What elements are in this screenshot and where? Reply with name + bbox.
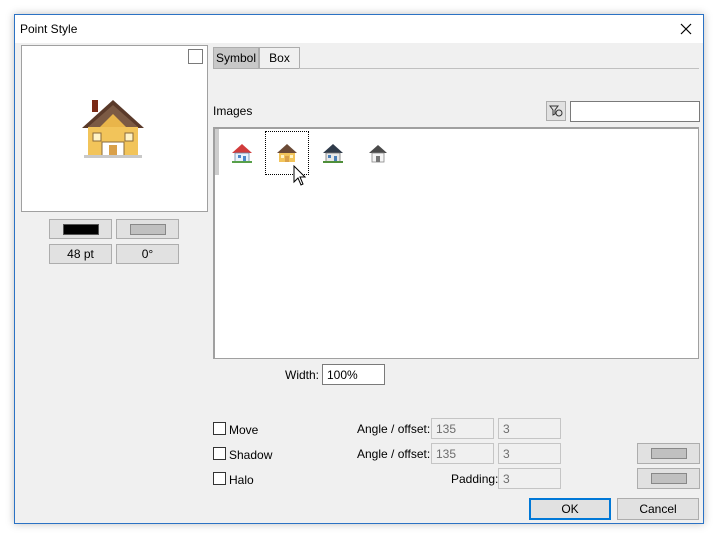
ok-button-label: OK	[561, 502, 579, 516]
mouse-cursor-icon	[293, 165, 307, 186]
halo-label: Halo	[229, 473, 254, 487]
tab-symbol[interactable]: Symbol	[213, 47, 259, 69]
symbol-preview	[21, 45, 208, 212]
size-label: 48 pt	[67, 247, 94, 261]
move-checkbox[interactable]	[213, 422, 226, 435]
halo-checkbox[interactable]	[213, 472, 226, 485]
thumbnail-house-dark[interactable]	[311, 131, 355, 175]
halo-padding-value: 3	[503, 471, 510, 486]
color1-swatch	[62, 223, 99, 235]
images-search-input[interactable]	[570, 101, 700, 122]
house-grey-icon	[369, 145, 387, 163]
width-label: Width:	[285, 368, 320, 382]
clear-filter-button[interactable]	[546, 101, 566, 121]
filter-clear-icon	[549, 105, 563, 117]
tab-box[interactable]: Box	[259, 47, 300, 69]
move-angle-input[interactable]: 135	[431, 418, 494, 439]
halo-padding-input[interactable]: 3	[498, 468, 561, 489]
thumbnail-house-grey[interactable]	[356, 131, 400, 175]
thumbnail-house-red[interactable]	[220, 131, 264, 175]
shadow-color-swatch	[650, 448, 687, 459]
shadow-label: Shadow	[229, 448, 273, 462]
move-angle-offset-label: Angle / offset:	[357, 422, 431, 436]
shadow-offset-value: 3	[503, 446, 510, 461]
tab-divider	[299, 68, 699, 69]
angle-label: 0°	[141, 247, 154, 261]
house-yellow-icon	[277, 144, 297, 162]
shadow-angle-offset-label: Angle / offset:	[357, 447, 431, 461]
size-button[interactable]: 48 pt	[49, 244, 112, 264]
color2-button[interactable]	[116, 219, 179, 239]
shadow-angle-input[interactable]: 135	[431, 443, 494, 464]
halo-color-swatch	[650, 473, 687, 484]
ok-button[interactable]: OK	[529, 498, 611, 520]
house-preview-icon	[82, 100, 144, 158]
width-input-value: 100%	[327, 367, 358, 382]
move-offset-value: 3	[503, 421, 510, 436]
shadow-checkbox[interactable]	[213, 447, 226, 460]
close-button[interactable]	[669, 15, 703, 43]
images-label: Images	[213, 104, 253, 118]
color1-button[interactable]	[49, 219, 112, 239]
list-scroll-indicator[interactable]	[215, 129, 219, 175]
tab-symbol-label: Symbol	[215, 51, 256, 65]
preview-checkbox[interactable]	[188, 49, 203, 64]
tab-box-label: Box	[269, 51, 290, 65]
color2-swatch	[129, 223, 166, 235]
move-label: Move	[229, 423, 259, 437]
move-angle-value: 135	[436, 421, 457, 436]
house-red-roof-icon	[232, 144, 252, 163]
halo-padding-label: Padding:	[451, 472, 499, 486]
halo-color-button[interactable]	[637, 468, 700, 489]
shadow-color-button[interactable]	[637, 443, 700, 464]
point-style-dialog: Point Style 48 pt 0° Symbol Box Images W…	[14, 14, 704, 524]
cancel-button-label: Cancel	[639, 502, 677, 516]
width-input[interactable]: 100%	[322, 364, 385, 385]
close-icon	[680, 23, 692, 35]
shadow-offset-input[interactable]: 3	[498, 443, 561, 464]
shadow-angle-value: 135	[436, 446, 457, 461]
title-bar: Point Style	[15, 15, 703, 43]
cancel-button[interactable]: Cancel	[617, 498, 699, 520]
angle-button[interactable]: 0°	[116, 244, 179, 264]
house-dark-roof-icon	[323, 144, 343, 163]
images-list[interactable]	[213, 127, 699, 359]
window-title: Point Style	[20, 22, 78, 36]
move-offset-input[interactable]: 3	[498, 418, 561, 439]
